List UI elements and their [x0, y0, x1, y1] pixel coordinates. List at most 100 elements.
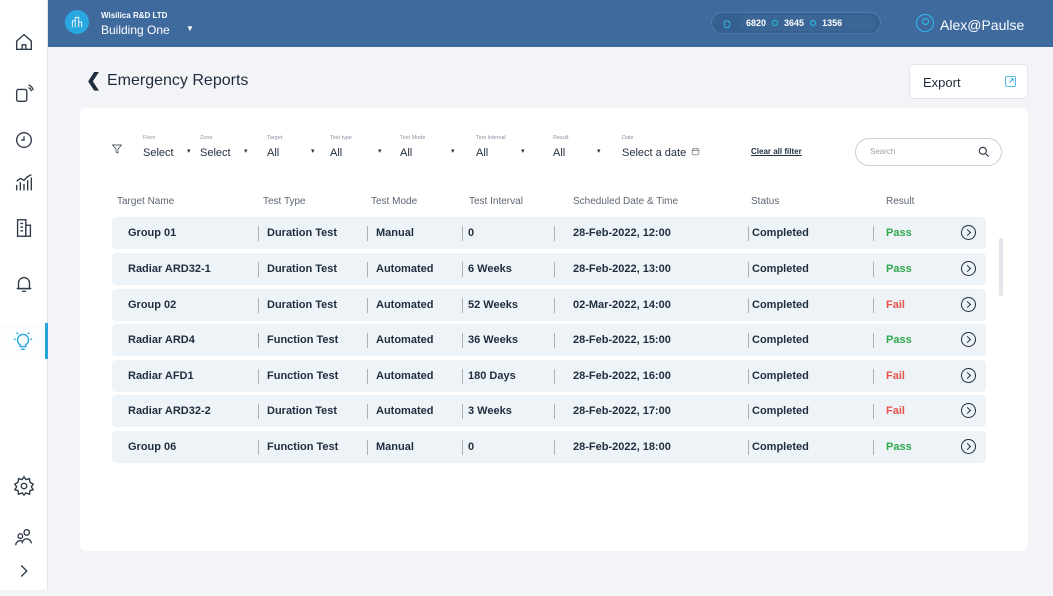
column-header-test-mode[interactable]: Test Mode	[371, 196, 417, 207]
filter-icon[interactable]	[111, 142, 123, 160]
chevron-right-circle-icon[interactable]	[961, 261, 976, 276]
back-arrow-icon[interactable]: ❮	[86, 70, 101, 91]
filter-zone[interactable]: Zone Select ▾	[200, 135, 248, 161]
export-button[interactable]: Export	[909, 64, 1028, 99]
column-divider	[748, 333, 749, 348]
filter-test-mode[interactable]: Test Mode All ▾	[400, 135, 455, 161]
table-row[interactable]: Radiar ARD32-2 Duration Test Automated 3…	[112, 395, 986, 427]
clear-all-filter-link[interactable]: Clear all filter	[751, 147, 802, 156]
caret-down-icon: ▾	[597, 148, 601, 155]
chevron-right-circle-icon[interactable]	[961, 403, 976, 418]
cell-test-mode: Automated	[376, 299, 434, 311]
table-scrollbar[interactable]	[999, 238, 1003, 296]
cell-test-interval: 36 Weeks	[468, 334, 518, 346]
table-row[interactable]: Group 01 Duration Test Manual 0 28-Feb-2…	[112, 217, 986, 249]
cell-scheduled-date: 28-Feb-2022, 18:00	[573, 441, 671, 453]
filter-floor[interactable]: Floor Select ▾	[143, 135, 191, 161]
column-divider	[462, 369, 463, 384]
column-divider	[258, 333, 259, 348]
table-row[interactable]: Radiar ARD32-1 Duration Test Automated 6…	[112, 253, 986, 285]
cell-test-mode: Manual	[376, 227, 414, 239]
column-header-target-name[interactable]: Target Name	[117, 196, 174, 207]
count-values: 6820 3645 1356	[740, 15, 876, 31]
column-header-status[interactable]: Status	[751, 196, 779, 207]
column-divider	[367, 333, 368, 348]
column-divider	[258, 404, 259, 419]
user-name[interactable]: Alex@Paulse	[940, 17, 1024, 33]
column-divider	[873, 369, 874, 384]
cell-test-interval: 0	[468, 441, 475, 453]
column-divider	[554, 226, 555, 241]
table-row[interactable]: Radiar AFD1 Function Test Automated 180 …	[112, 360, 986, 392]
bell-icon[interactable]	[0, 266, 48, 302]
column-divider	[554, 333, 555, 348]
lightbulb-status-icon	[721, 17, 733, 35]
chevron-right-circle-icon[interactable]	[961, 439, 976, 454]
filter-test-type[interactable]: Test type All ▾	[330, 135, 382, 161]
chevron-right-circle-icon[interactable]	[961, 225, 976, 240]
column-divider	[367, 298, 368, 313]
column-divider	[748, 226, 749, 241]
gear-icon[interactable]	[0, 468, 48, 504]
filter-result[interactable]: Result All ▾	[553, 135, 601, 161]
device-counts: 6820 3645 1356	[711, 12, 881, 34]
column-header-result[interactable]: Result	[886, 196, 914, 207]
cell-status: Completed	[752, 263, 809, 275]
home-icon[interactable]	[0, 24, 48, 60]
cell-target-name: Radiar ARD32-1	[128, 263, 211, 275]
table-row[interactable]: Group 02 Duration Test Automated 52 Week…	[112, 289, 986, 321]
table-row[interactable]: Group 06 Function Test Manual 0 28-Feb-2…	[112, 431, 986, 463]
caret-down-icon: ▾	[378, 148, 382, 155]
caret-down-icon: ▾	[311, 148, 315, 155]
column-header-scheduled-date[interactable]: Scheduled Date & Time	[573, 196, 678, 207]
cell-test-mode: Automated	[376, 334, 434, 346]
cell-target-name: Group 06	[128, 441, 177, 453]
column-divider	[462, 440, 463, 455]
cell-result: Pass	[886, 334, 912, 346]
building-logo-icon	[65, 10, 89, 34]
chevron-right-circle-icon[interactable]	[961, 297, 976, 312]
column-header-test-type[interactable]: Test Type	[263, 196, 306, 207]
filter-target[interactable]: Target All ▾	[267, 135, 315, 161]
caret-down-icon: ▾	[244, 148, 248, 155]
column-divider	[367, 404, 368, 419]
column-divider	[873, 404, 874, 419]
cell-scheduled-date: 28-Feb-2022, 13:00	[573, 263, 671, 275]
column-divider	[554, 262, 555, 277]
count-online: 3645	[784, 18, 805, 28]
column-divider	[367, 369, 368, 384]
org-name: Wisilica R&D LTD	[101, 11, 168, 20]
column-divider	[873, 262, 874, 277]
cell-result: Fail	[886, 370, 905, 382]
cell-result: Pass	[886, 227, 912, 239]
analytics-icon[interactable]	[0, 165, 48, 201]
lightbulb-icon[interactable]	[0, 323, 48, 359]
caret-down-icon: ▾	[521, 148, 525, 155]
chevron-right-circle-icon[interactable]	[961, 332, 976, 347]
clock-icon[interactable]	[0, 122, 48, 158]
building-selector[interactable]: Building One	[101, 23, 170, 37]
cell-test-mode: Automated	[376, 405, 434, 417]
cell-status: Completed	[752, 227, 809, 239]
filter-date[interactable]: Date Select a date	[622, 135, 700, 161]
users-icon[interactable]	[0, 519, 48, 555]
table-row[interactable]: Radiar ARD4 Function Test Automated 36 W…	[112, 324, 986, 356]
user-avatar-icon[interactable]	[916, 14, 934, 32]
search-icon[interactable]	[977, 145, 991, 164]
column-divider	[873, 333, 874, 348]
cell-test-interval: 0	[468, 227, 475, 239]
column-divider	[367, 440, 368, 455]
building-icon[interactable]	[0, 210, 48, 246]
column-divider	[554, 404, 555, 419]
devices-icon[interactable]	[0, 76, 48, 112]
column-header-test-interval[interactable]: Test Interval	[469, 196, 523, 207]
chevron-right-circle-icon[interactable]	[961, 368, 976, 383]
chevron-right-icon[interactable]	[0, 553, 48, 589]
column-divider	[258, 262, 259, 277]
column-divider	[554, 369, 555, 384]
filter-test-interval[interactable]: Test Interval All ▾	[476, 135, 525, 161]
building-caret-icon[interactable]: ▼	[186, 24, 194, 33]
cell-result: Fail	[886, 299, 905, 311]
search-box[interactable]	[855, 138, 1002, 166]
search-input[interactable]	[870, 147, 970, 156]
